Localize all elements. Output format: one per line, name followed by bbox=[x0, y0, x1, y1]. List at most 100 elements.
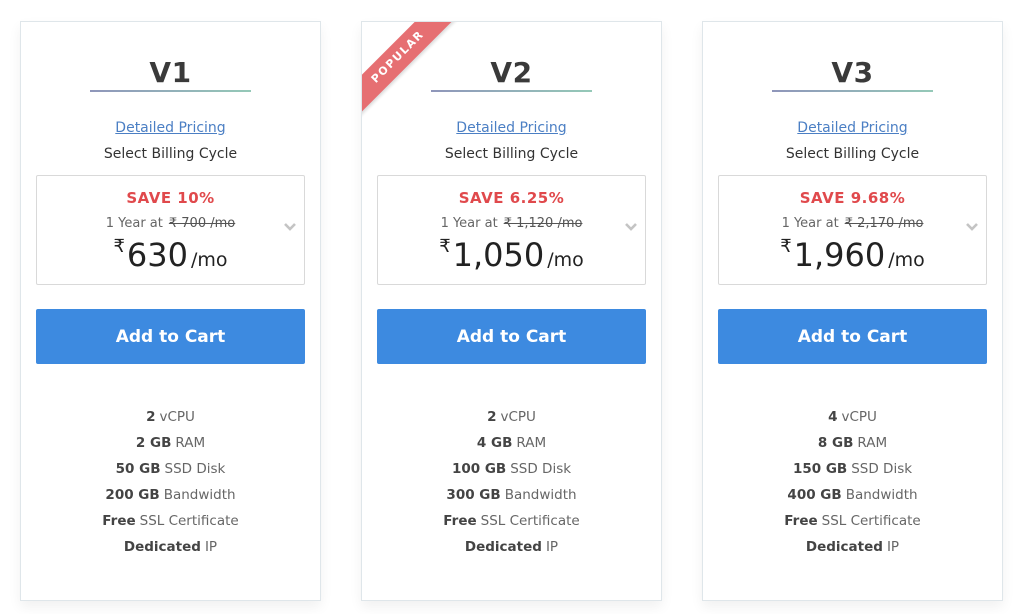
feature-value: 8 GB bbox=[817, 435, 854, 451]
feature-item: 200 GB Bandwidth bbox=[21, 482, 320, 508]
feature-item: 8 GB RAM bbox=[703, 430, 1002, 456]
feature-item: 2 GB RAM bbox=[21, 430, 320, 456]
feature-item: 100 GB SSD Disk bbox=[362, 456, 661, 482]
feature-value: 300 GB bbox=[446, 487, 501, 503]
feature-label: SSL Certificate bbox=[139, 513, 239, 529]
save-badge: SAVE 9.68% bbox=[799, 189, 906, 207]
plan-card-v1: V1 Detailed Pricing Select Billing Cycle… bbox=[20, 21, 321, 601]
feature-item: Free SSL Certificate bbox=[703, 508, 1002, 534]
feature-value: Free bbox=[784, 513, 818, 529]
price-period: /mo bbox=[888, 249, 925, 271]
cycle-prefix: 1 Year at bbox=[440, 216, 498, 231]
feature-item: 300 GB Bandwidth bbox=[362, 482, 661, 508]
add-to-cart-button[interactable]: Add to Cart bbox=[718, 309, 987, 364]
feature-item: 400 GB Bandwidth bbox=[703, 482, 1002, 508]
feature-label: IP bbox=[204, 539, 218, 555]
feature-label: RAM bbox=[516, 435, 547, 451]
feature-item: Dedicated IP bbox=[703, 534, 1002, 560]
save-badge: SAVE 10% bbox=[126, 189, 215, 207]
price: ₹1,050/mo bbox=[378, 236, 645, 274]
billing-cycle-label: Select Billing Cycle bbox=[785, 146, 920, 162]
title-underline bbox=[90, 90, 251, 92]
detailed-pricing-link[interactable]: Detailed Pricing bbox=[703, 120, 1002, 136]
feature-label: IP bbox=[886, 539, 900, 555]
add-to-cart-button[interactable]: Add to Cart bbox=[377, 309, 646, 364]
feature-label: Bandwidth bbox=[504, 487, 577, 503]
feature-item: 4 vCPU bbox=[703, 404, 1002, 430]
chevron-down-icon bbox=[625, 223, 637, 231]
feature-label: RAM bbox=[857, 435, 888, 451]
feature-value: 150 GB bbox=[792, 461, 848, 477]
feature-value: Free bbox=[102, 513, 136, 529]
currency-symbol: ₹ bbox=[439, 236, 451, 257]
feature-item: 2 vCPU bbox=[21, 404, 320, 430]
billing-cycle-select[interactable]: SAVE 6.25% 1 Year at ₹ 1,120 /mo ₹1,050/m… bbox=[377, 175, 646, 285]
title-underline bbox=[772, 90, 933, 92]
title-underline bbox=[431, 90, 592, 92]
save-badge: SAVE 6.25% bbox=[458, 189, 565, 207]
billing-cycle-select[interactable]: SAVE 9.68% 1 Year at ₹ 2,170 /mo ₹1,960/m… bbox=[718, 175, 987, 285]
plan-title: V2 bbox=[490, 56, 533, 89]
feature-label: SSL Certificate bbox=[821, 513, 921, 529]
cycle-line: 1 Year at ₹ 700 /mo bbox=[37, 216, 304, 231]
plan-title: V3 bbox=[831, 56, 874, 89]
currency-symbol: ₹ bbox=[780, 236, 792, 257]
cycle-line: 1 Year at ₹ 2,170 /mo bbox=[719, 216, 986, 231]
currency-symbol: ₹ bbox=[113, 236, 125, 257]
feature-value: 2 GB bbox=[135, 435, 172, 451]
cycle-line: 1 Year at ₹ 1,120 /mo bbox=[378, 216, 645, 231]
feature-value: Dedicated bbox=[805, 539, 883, 555]
feature-label: SSD Disk bbox=[510, 461, 572, 477]
original-price: ₹ 2,170 /mo bbox=[844, 216, 924, 231]
billing-cycle-label: Select Billing Cycle bbox=[103, 146, 238, 162]
feature-label: vCPU bbox=[500, 409, 536, 425]
price-period: /mo bbox=[190, 249, 228, 271]
price: ₹1,960/mo bbox=[719, 236, 986, 274]
feature-value: 4 GB bbox=[476, 435, 513, 451]
feature-item: Dedicated IP bbox=[362, 534, 661, 560]
feature-label: SSD Disk bbox=[851, 461, 913, 477]
plan-card-v3: V3 Detailed Pricing Select Billing Cycle… bbox=[702, 21, 1003, 601]
feature-label: IP bbox=[545, 539, 559, 555]
feature-value: Dedicated bbox=[123, 539, 201, 555]
feature-value: Free bbox=[443, 513, 477, 529]
detailed-pricing-link[interactable]: Detailed Pricing bbox=[362, 120, 661, 136]
cycle-prefix: 1 Year at bbox=[105, 216, 163, 231]
price-period: /mo bbox=[547, 249, 584, 271]
detailed-pricing-link[interactable]: Detailed Pricing bbox=[21, 120, 320, 136]
feature-list: 2 vCPU 2 GB RAM 50 GB SSD Disk 200 GB Bandwi… bbox=[21, 404, 320, 560]
feature-label: SSD Disk bbox=[164, 461, 226, 477]
feature-label: vCPU bbox=[841, 409, 877, 425]
feature-label: Bandwidth bbox=[845, 487, 918, 503]
feature-label: vCPU bbox=[159, 409, 195, 425]
feature-item: 150 GB SSD Disk bbox=[703, 456, 1002, 482]
plan-title: V1 bbox=[149, 56, 192, 89]
feature-item: 4 GB RAM bbox=[362, 430, 661, 456]
feature-value: 400 GB bbox=[787, 487, 842, 503]
price-amount: 630 bbox=[126, 236, 188, 274]
feature-value: 2 bbox=[487, 409, 497, 425]
feature-item: Free SSL Certificate bbox=[21, 508, 320, 534]
billing-cycle-select[interactable]: SAVE 10% 1 Year at ₹ 700 /mo ₹630/mo bbox=[36, 175, 305, 285]
feature-value: 100 GB bbox=[451, 461, 507, 477]
feature-value: 2 bbox=[146, 409, 156, 425]
price-amount: 1,960 bbox=[793, 236, 886, 274]
feature-value: Dedicated bbox=[464, 539, 542, 555]
plan-card-v2: POPULAR V2 Detailed Pricing Select Billi… bbox=[361, 21, 662, 601]
feature-list: 4 vCPU 8 GB RAM 150 GB SSD Disk 400 GB Bandw… bbox=[703, 404, 1002, 560]
feature-label: RAM bbox=[175, 435, 206, 451]
billing-cycle-label: Select Billing Cycle bbox=[444, 146, 579, 162]
price: ₹630/mo bbox=[37, 236, 304, 274]
feature-label: SSL Certificate bbox=[480, 513, 580, 529]
add-to-cart-button[interactable]: Add to Cart bbox=[36, 309, 305, 364]
price-amount: 1,050 bbox=[452, 236, 545, 274]
feature-item: 50 GB SSD Disk bbox=[21, 456, 320, 482]
feature-value: 200 GB bbox=[105, 487, 160, 503]
chevron-down-icon bbox=[966, 223, 978, 231]
feature-value: 50 GB bbox=[115, 461, 161, 477]
cycle-prefix: 1 Year at bbox=[781, 216, 839, 231]
feature-value: 4 bbox=[828, 409, 838, 425]
original-price: ₹ 1,120 /mo bbox=[503, 216, 583, 231]
feature-label: Bandwidth bbox=[163, 487, 236, 503]
feature-item: 2 vCPU bbox=[362, 404, 661, 430]
